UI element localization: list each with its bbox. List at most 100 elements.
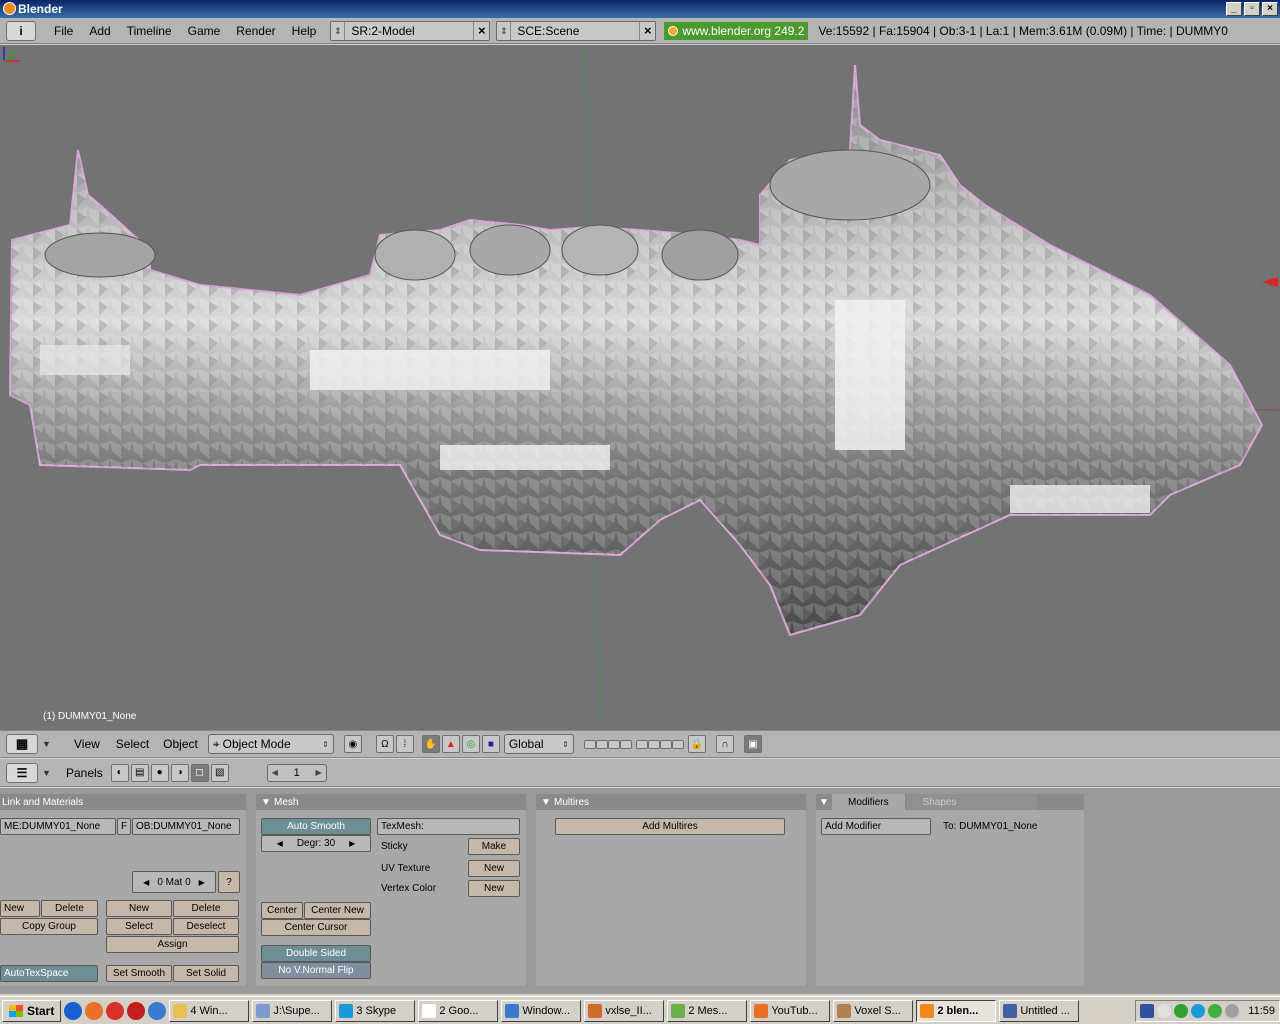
close-button[interactable]: ×	[1262, 2, 1278, 16]
start-button[interactable]: Start	[2, 999, 62, 1022]
layer-button[interactable]	[659, 739, 672, 749]
decrement-icon[interactable]: ◀	[143, 878, 149, 887]
increment-icon[interactable]: ▶	[199, 878, 205, 887]
ie-quicklaunch-icon[interactable]	[64, 1001, 83, 1020]
menu-game[interactable]: Game	[180, 24, 229, 38]
script-context-button[interactable]: ▤	[130, 763, 149, 782]
frame-value[interactable]: 1	[294, 767, 300, 779]
menu-timeline[interactable]: Timeline	[119, 24, 180, 38]
tab-shapes[interactable]: Shapes	[906, 794, 1037, 810]
info-window-type-button[interactable]: i	[6, 20, 36, 41]
menu-select[interactable]: Select	[108, 737, 157, 751]
scene-context-button[interactable]: ▧	[210, 763, 229, 782]
window-titlebar[interactable]: Blender _ ▫ ×	[0, 0, 1280, 18]
scale-button[interactable]: ■	[481, 735, 500, 753]
taskbar-item[interactable]: J:\Supe...	[252, 999, 333, 1022]
scene-delete-icon[interactable]: ×	[639, 21, 655, 40]
taskbar-item[interactable]: 4 Win...	[169, 999, 250, 1022]
scene-name[interactable]: SCE:Scene	[511, 24, 639, 38]
layer-button[interactable]	[635, 739, 648, 749]
set-solid-button[interactable]: Set Solid	[173, 965, 239, 982]
layer-button[interactable]	[607, 739, 620, 749]
center-cursor-button[interactable]: Center Cursor	[261, 919, 371, 936]
panel-header[interactable]: ▼ Multires	[536, 794, 806, 810]
taskbar-item[interactable]: 3 Skype	[335, 999, 416, 1022]
lock-button[interactable]: 🔒	[687, 735, 706, 753]
taskbar-item[interactable]: Untitled ...	[999, 999, 1080, 1022]
fake-user-button[interactable]: F	[117, 818, 131, 835]
center-button[interactable]: Center	[261, 902, 303, 919]
minimize-button[interactable]: _	[1226, 2, 1242, 16]
set-smooth-button[interactable]: Set Smooth	[106, 965, 172, 982]
decrement-icon[interactable]: ◀	[277, 839, 283, 848]
center-new-button[interactable]: Center New	[304, 902, 371, 919]
3d-window-type-button[interactable]: ▦	[6, 734, 38, 754]
material-select-button[interactable]: Select	[106, 918, 172, 935]
menu-add[interactable]: Add	[81, 24, 118, 38]
tray-network-icon[interactable]	[1208, 1003, 1223, 1018]
taskbar-item[interactable]: 2 Goo...	[418, 999, 499, 1022]
screen-delete-icon[interactable]: ×	[473, 21, 489, 40]
vertex-group-new-button[interactable]: New	[0, 900, 40, 917]
collapse-triangle-icon[interactable]: ▼	[538, 797, 554, 808]
translate-button[interactable]: ▲	[441, 735, 460, 753]
material-index-field[interactable]: ◀ 0 Mat 0 ▶	[132, 871, 216, 893]
opera-quicklaunch-icon[interactable]	[127, 1001, 146, 1020]
tray-skype-icon[interactable]	[1191, 1003, 1206, 1018]
menu-help[interactable]: Help	[284, 24, 325, 38]
screen-browse-icon[interactable]: ⇕	[331, 21, 346, 40]
object-context-button[interactable]: ◑	[170, 763, 189, 782]
taskbar-item[interactable]: YouTub...	[750, 999, 831, 1022]
material-new-button[interactable]: New	[106, 900, 172, 917]
scene-browse-icon[interactable]: ⇕	[497, 21, 512, 40]
increment-icon[interactable]: ▶	[349, 839, 355, 848]
panel-header[interactable]: ▼ Mesh	[256, 794, 526, 810]
clock[interactable]: 11:59	[1248, 1005, 1275, 1017]
tray-messenger-icon[interactable]	[1174, 1003, 1189, 1018]
uv-texture-new-button[interactable]: New	[468, 860, 520, 877]
tab-modifiers[interactable]: Modifiers	[832, 794, 905, 810]
pivot-button[interactable]: Ω	[375, 735, 394, 753]
collapse-triangle-icon[interactable]: ▼	[816, 797, 832, 808]
blender-url[interactable]: www.blender.org 249.2	[682, 24, 804, 38]
vertex-group-delete-button[interactable]: Delete	[41, 900, 98, 917]
firefox-quicklaunch-icon[interactable]	[85, 1001, 104, 1020]
layer-button[interactable]	[583, 739, 596, 749]
collapse-triangle-icon[interactable]: ▼	[42, 739, 52, 749]
maximize-button[interactable]: ▫	[1244, 2, 1260, 16]
sticky-make-button[interactable]: Make	[468, 838, 520, 855]
scene-selector[interactable]: ⇕ SCE:Scene ×	[496, 20, 657, 41]
collapse-triangle-icon[interactable]: ▼	[258, 797, 274, 808]
pivot-dropdown[interactable]: ⁞	[395, 735, 414, 753]
menu-render[interactable]: Render	[228, 24, 283, 38]
layer-button[interactable]	[671, 739, 684, 749]
taskbar-item[interactable]: Voxel S...	[833, 999, 914, 1022]
taskbar-item[interactable]: vxlse_II...	[584, 999, 665, 1022]
editing-context-button[interactable]: ◻	[190, 763, 209, 782]
layer-button[interactable]	[595, 739, 608, 749]
menu-object[interactable]: Object	[157, 737, 204, 751]
screen-name[interactable]: SR:2-Model	[345, 24, 473, 38]
tray-volume-icon[interactable]	[1225, 1003, 1240, 1018]
manipulator-hand-button[interactable]: ✋	[421, 735, 440, 753]
snap-button[interactable]: ∩	[715, 735, 734, 753]
menu-view[interactable]: View	[66, 737, 108, 751]
chrome-quicklaunch-icon[interactable]	[106, 1001, 125, 1020]
no-vnormal-flip-toggle[interactable]: No V.Normal Flip	[261, 962, 371, 979]
blender-url-badge[interactable]: www.blender.org 249.2	[664, 21, 809, 40]
draw-type-button[interactable]: ◉	[343, 735, 362, 753]
mode-dropdown[interactable]: ⌖ Object Mode ⇕	[207, 734, 334, 754]
3d-viewport[interactable]: (1) DUMMY01_None	[0, 45, 1280, 730]
spaceship-mesh[interactable]	[8, 64, 1264, 637]
copy-group-button[interactable]: Copy Group	[0, 918, 98, 935]
tray-app-icon[interactable]	[1140, 1003, 1155, 1018]
decrement-icon[interactable]: ◀	[272, 768, 278, 777]
frame-field[interactable]: ◀ 1 ▶	[266, 763, 327, 782]
orientation-dropdown[interactable]: Global ⇕	[503, 734, 574, 754]
material-delete-button[interactable]: Delete	[173, 900, 239, 917]
viewport-canvas[interactable]	[0, 45, 1280, 730]
screen-selector[interactable]: ⇕ SR:2-Model ×	[330, 20, 491, 41]
material-deselect-button[interactable]: Deselect	[173, 918, 239, 935]
tray-chat-icon[interactable]	[1157, 1003, 1172, 1018]
material-help-button[interactable]: ?	[218, 871, 240, 893]
